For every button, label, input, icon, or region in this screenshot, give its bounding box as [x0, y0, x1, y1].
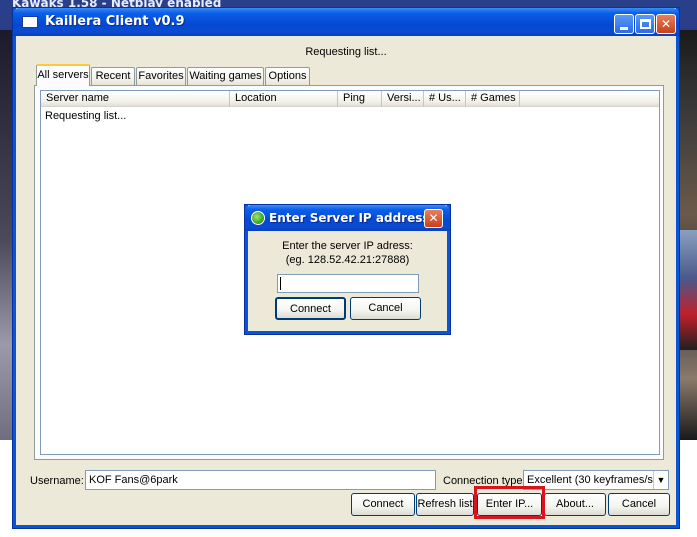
enter-ip-dialog: Enter Server IP address... ✕ Enter the s…: [245, 205, 450, 334]
close-icon: ✕: [660, 17, 672, 31]
column-ping[interactable]: Ping: [338, 91, 382, 107]
dialog-title-bar[interactable]: Enter Server IP address... ✕: [245, 205, 450, 231]
background-art-right-character: [680, 230, 697, 350]
about-button[interactable]: About...: [544, 493, 606, 516]
close-button[interactable]: ✕: [656, 14, 676, 34]
connection-type-value: Excellent (30 keyframes/s): [527, 474, 657, 486]
refresh-list-button[interactable]: Refresh list: [416, 493, 474, 516]
server-list-header: Server name Location Ping Versi... # Us.…: [41, 91, 659, 107]
dialog-cancel-button[interactable]: Cancel: [350, 297, 421, 320]
app-window-icon: [22, 16, 38, 28]
background-art-left: [0, 30, 14, 450]
kaillera-window-title: Kaillera Client v0.9: [45, 14, 185, 29]
status-text: Requesting list...: [305, 46, 387, 58]
tab-recent[interactable]: Recent: [91, 67, 135, 85]
dialog-prompt: Enter the server IP adress:: [282, 240, 413, 252]
text-caret: [280, 277, 281, 290]
tab-all-servers[interactable]: All servers: [36, 64, 90, 86]
tab-favorites[interactable]: Favorites: [136, 67, 186, 85]
tab-options[interactable]: Options: [265, 67, 310, 85]
dialog-connect-button[interactable]: Connect: [275, 297, 346, 320]
dialog-close-button[interactable]: ✕: [424, 209, 443, 228]
kaillera-title-bar[interactable]: Kaillera Client v0.9 ✕: [13, 8, 679, 36]
list-item: Requesting list...: [45, 110, 127, 122]
kaillera-globe-icon: [251, 211, 265, 225]
dialog-title: Enter Server IP address...: [269, 211, 444, 225]
chevron-down-icon[interactable]: ▼: [653, 471, 668, 489]
dialog-example: (eg. 128.52.42.21:27888): [285, 254, 410, 266]
column-users[interactable]: # Us...: [424, 91, 466, 107]
close-icon: ✕: [428, 211, 439, 225]
column-games[interactable]: # Games: [466, 91, 520, 107]
connect-button[interactable]: Connect: [351, 493, 415, 516]
enter-ip-highlight: [474, 486, 545, 519]
maximize-icon: [640, 19, 651, 29]
username-label: Username:: [30, 475, 84, 487]
column-server-name[interactable]: Server name: [41, 91, 230, 107]
minimize-icon: [620, 27, 628, 30]
column-location[interactable]: Location: [230, 91, 338, 107]
tab-waiting-games[interactable]: Waiting games: [187, 67, 264, 85]
username-input[interactable]: KOF Fans@6park: [85, 470, 436, 490]
column-filler: [520, 91, 659, 107]
column-version[interactable]: Versi...: [382, 91, 424, 107]
maximize-button[interactable]: [635, 14, 655, 34]
cancel-button[interactable]: Cancel: [608, 493, 670, 516]
server-ip-input[interactable]: [277, 274, 419, 293]
minimize-button[interactable]: [614, 14, 634, 34]
